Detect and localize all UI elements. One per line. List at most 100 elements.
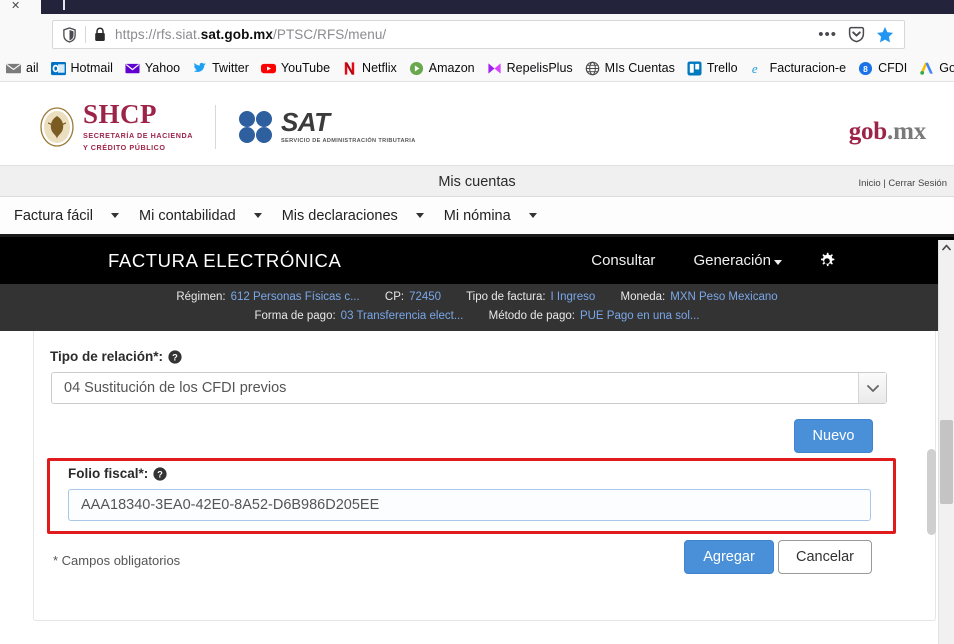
app-brand-title: FACTURA ELECTRÓNICA: [108, 249, 342, 271]
bookmark-label: Google Ads: [939, 61, 954, 75]
netflix-icon: [344, 61, 355, 75]
mail-icon: [6, 63, 21, 73]
url-domain: sat.gob.mx: [200, 27, 273, 42]
info-value-tipo-factura[interactable]: I Ingreso: [551, 291, 596, 303]
gear-icon[interactable]: [818, 252, 836, 270]
mexican-eagle-seal-icon: [40, 106, 74, 147]
help-question-icon[interactable]: ?: [153, 466, 167, 481]
inner-scrollbar[interactable]: [926, 331, 937, 644]
nav-item-mis-declaraciones[interactable]: Mis declaraciones: [282, 208, 440, 224]
account-title-bar: Mis cuentas Inicio | Cerrar Sesión: [0, 165, 954, 197]
inner-scrollbar-thumb[interactable]: [927, 449, 936, 535]
bookmark-item[interactable]: Google Ads: [913, 57, 954, 79]
bookmark-item[interactable]: e Facturacion-e: [744, 57, 852, 79]
folio-fiscal-input[interactable]: AAA18340-3EA0-42E0-8A52-D6B986D205EE: [68, 489, 871, 521]
app-link-consultar[interactable]: Consultar: [591, 252, 655, 269]
info-value-forma-pago[interactable]: 03 Transferencia elect...: [341, 310, 464, 322]
bookmark-item[interactable]: Yahoo: [119, 57, 186, 79]
shcp-text-block: SHCP SECRETARÍA DE HACIENDA Y CRÉDITO PÚ…: [83, 101, 193, 153]
svg-text:?: ?: [172, 351, 178, 362]
app-link-generacion-label: Generación: [693, 252, 771, 269]
pocket-icon[interactable]: [848, 26, 865, 43]
bookmark-item[interactable]: RepelisPlus: [481, 57, 579, 79]
gobmx-logo[interactable]: gob.mx: [849, 118, 926, 146]
browser-chrome: ✕ https://rfs.siat.sat.gob.mx/PTSC/RFS/m…: [0, 0, 954, 82]
cancelar-button[interactable]: Cancelar: [778, 540, 872, 574]
bookmark-item[interactable]: MIs Cuentas: [579, 57, 681, 79]
url-text[interactable]: https://rfs.siat.sat.gob.mx/PTSC/RFS/men…: [115, 27, 386, 42]
cfdi-badge-icon: 8: [859, 61, 873, 75]
bookmark-label: RepelisPlus: [506, 61, 573, 75]
bookmark-label: Netflix: [362, 61, 397, 75]
info-label-tipo-factura: Tipo de factura:: [466, 291, 546, 303]
info-value-cp[interactable]: 72450: [409, 291, 441, 303]
logout-link[interactable]: Cerrar Sesión: [888, 178, 947, 189]
required-fields-note: * Campos obligatorios: [53, 553, 181, 568]
info-label-forma-pago: Forma de pago:: [254, 310, 336, 322]
tipo-relacion-label-row: Tipo de relación*: ?: [50, 349, 182, 364]
folio-fiscal-label-row: Folio fiscal*: ?: [68, 466, 167, 481]
bookmarks-bar: ail Hotmail Yahoo Twitter YouTube Netfli…: [0, 55, 954, 82]
logo-divider: [214, 104, 216, 149]
bookmark-item[interactable]: Hotmail: [45, 57, 119, 79]
invoice-info-strip: Régimen: 612 Personas Físicas c... CP: 724…: [0, 284, 954, 331]
tipo-relacion-select-wrap[interactable]: 04 Sustitución de los CFDI previos: [51, 372, 887, 404]
bookmark-label: Hotmail: [70, 61, 113, 75]
nuevo-button[interactable]: Nuevo: [794, 419, 873, 453]
bookmark-item[interactable]: Netflix: [336, 57, 403, 79]
page-actions-icon[interactable]: •••: [818, 27, 837, 42]
tracking-shield-icon[interactable]: [62, 26, 77, 43]
app-bar-links: Consultar Generación: [553, 252, 954, 270]
scroll-up-button[interactable]: [939, 240, 954, 255]
agregar-button[interactable]: Agregar: [684, 540, 774, 574]
bookmark-label: Twitter: [212, 61, 249, 75]
active-tab[interactable]: [41, 0, 954, 14]
bookmark-label: CFDI: [878, 61, 908, 75]
chevron-down-icon: [866, 384, 879, 392]
close-icon[interactable]: ✕: [11, 0, 20, 12]
address-bar[interactable]: https://rfs.siat.sat.gob.mx/PTSC/RFS/men…: [52, 20, 905, 49]
bookmark-item[interactable]: YouTube: [255, 57, 336, 79]
chevron-down-icon[interactable]: [253, 213, 262, 218]
chevron-down-icon[interactable]: [110, 213, 119, 218]
url-bar-actions: •••: [818, 26, 904, 44]
info-value-regimen[interactable]: 612 Personas Físicas c...: [231, 291, 360, 303]
nav-item-mi-nomina[interactable]: Mi nómina: [444, 208, 553, 224]
nav-item-factura-facil[interactable]: Factura fácil: [14, 208, 135, 224]
chevron-down-icon[interactable]: [415, 213, 424, 218]
info-line-2: Forma de pago: 03 Transferencia elect... …: [0, 307, 954, 326]
page-scrollbar-thumb[interactable]: [940, 420, 953, 504]
bookmark-item[interactable]: 8 CFDI: [852, 57, 913, 79]
info-label-moneda: Moneda:: [620, 291, 666, 303]
edge-e-icon: e: [752, 61, 758, 76]
bookmark-label: Facturacion-e: [769, 61, 847, 75]
nav-item-mi-contabilidad[interactable]: Mi contabilidad: [139, 208, 278, 224]
tipo-relacion-label: Tipo de relación*:: [50, 349, 164, 364]
bookmark-item[interactable]: ail: [0, 57, 45, 79]
info-value-moneda[interactable]: MXN Peso Mexicano: [670, 291, 777, 303]
nav-label: Factura fácil: [14, 207, 93, 224]
chevron-down-icon[interactable]: [528, 213, 537, 218]
bookmark-label: Yahoo: [144, 61, 181, 75]
info-label-cp: CP:: [384, 291, 405, 303]
shcp-subtitle-line1: SECRETARÍA DE HACIENDA: [83, 131, 193, 140]
help-question-icon[interactable]: ?: [168, 349, 182, 364]
select-dropdown-arrow[interactable]: [858, 373, 886, 403]
globe-icon: [585, 61, 599, 75]
page-scrollbar[interactable]: [938, 240, 954, 644]
tipo-relacion-select[interactable]: 04 Sustitución de los CFDI previos: [51, 372, 887, 404]
bookmark-item[interactable]: Twitter: [186, 57, 255, 79]
lock-icon[interactable]: [94, 27, 106, 42]
bookmark-star-icon[interactable]: [876, 26, 894, 44]
bookmark-item[interactable]: Trello: [681, 57, 744, 79]
info-value-metodo-pago[interactable]: PUE Pago en una sol...: [580, 310, 700, 322]
home-link[interactable]: Inicio: [858, 178, 880, 189]
left-gutter: [0, 331, 19, 644]
app-link-generacion[interactable]: Generación: [693, 252, 782, 269]
svg-text:e: e: [752, 61, 758, 76]
sat-subtitle: SERVICIO DE ADMINISTRACIÓN TRIBUTARIA: [280, 138, 416, 144]
app-bar: FACTURA ELECTRÓNICA Consultar Generación: [0, 237, 954, 284]
url-bar-row: https://rfs.siat.sat.gob.mx/PTSC/RFS/men…: [0, 14, 954, 55]
shcp-subtitle-line2: Y CRÉDITO PÚBLICO: [83, 143, 166, 152]
bookmark-item[interactable]: Amazon: [403, 57, 481, 79]
